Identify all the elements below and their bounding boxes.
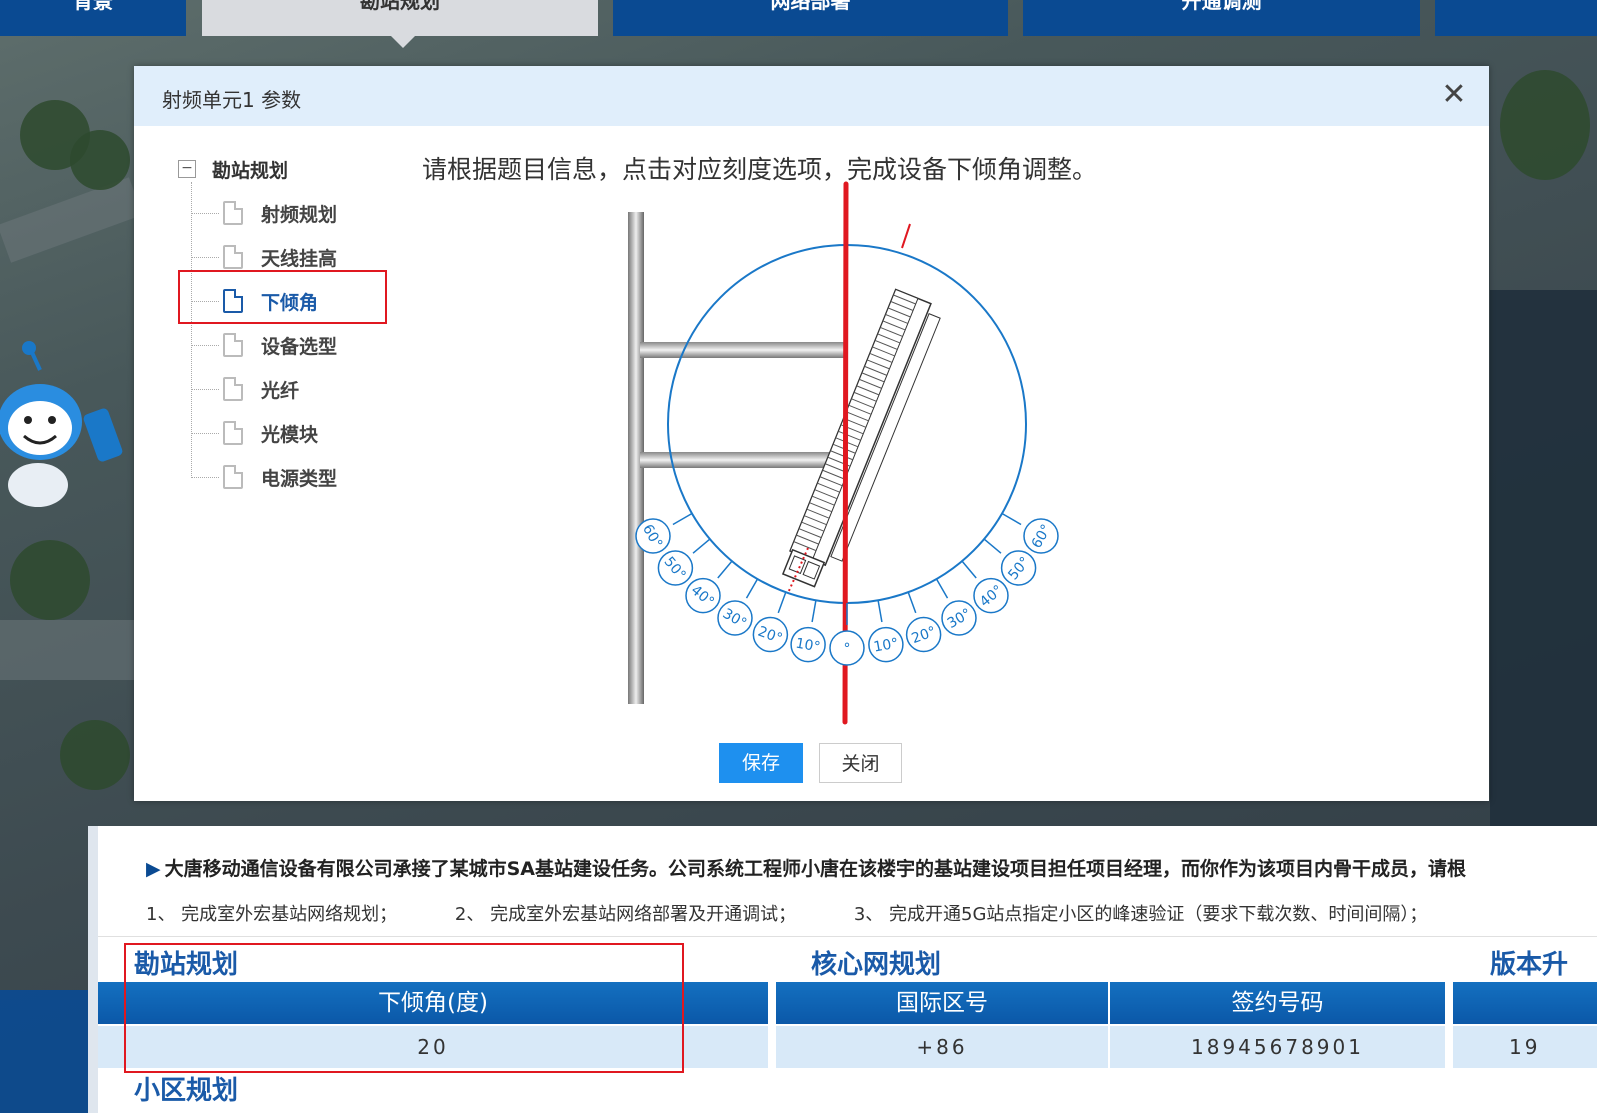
table-cell-version: 19 (1453, 1026, 1597, 1068)
scale-tick (811, 600, 817, 623)
scale-tick (961, 560, 977, 579)
scale-tick (672, 512, 693, 526)
building (0, 990, 88, 1113)
scale-option-right-3[interactable]: 40° (685, 577, 721, 614)
scale-tick (877, 600, 883, 623)
scale-option-right-4[interactable]: 50° (657, 550, 694, 586)
scale-tick (907, 591, 917, 614)
task-list: 1、 完成室外宏基站网络规划； 2、 完成室外宏基站网络部署及开通调试； 3、 … (146, 900, 1479, 926)
scale-option-left-1[interactable]: 50° (1000, 550, 1037, 586)
task-intro-text: 大唐移动通信设备有限公司承接了某城市SA基站建设任务。公司系统工程师小唐在该楼宇… (164, 858, 1467, 880)
scale-option-right-2[interactable]: 30° (717, 600, 753, 636)
table-header-version (1453, 982, 1597, 1024)
section-title-cell: 小区规划 (134, 1076, 239, 1106)
nav-tab-background[interactable]: 背景 (0, 0, 186, 36)
task-item: 1、 完成室外宏基站网络规划； (146, 904, 398, 925)
scale-tick (1001, 512, 1022, 526)
save-button[interactable]: 保存 (719, 743, 803, 783)
scale-option-left-6[interactable]: ° (829, 630, 865, 666)
table-cell-subscriber-number: 18945678901 (1110, 1026, 1445, 1068)
task-item: 2、 完成室外宏基站网络部署及开通调试； (454, 904, 797, 925)
scale-option-label: ° (844, 641, 851, 657)
close-button[interactable]: 关闭 (819, 743, 902, 783)
scale-option-left-2[interactable]: 40° (973, 577, 1009, 614)
nav-tab-label: 网络部署 (770, 0, 851, 13)
scale-option-left-5[interactable]: 10° (868, 626, 904, 663)
nav-tab-label: 勘站规划 (360, 0, 440, 13)
task-intro: ▶ 大唐移动通信设备有限公司承接了某城市SA基站建设任务。公司系统工程师小唐在该楼… (146, 854, 1466, 881)
triangle-icon: ▶ (146, 858, 161, 880)
mounting-arm (640, 452, 830, 468)
param-dialog: 射频单元1 参数 ✕ − 勘站规划 射频规划 天线挂高 下倾角 设备选型 光纤 … (134, 66, 1489, 801)
table-header-subscriber-number: 签约号码 (1110, 982, 1445, 1024)
scale-tick (983, 538, 1002, 554)
nav-tab-more[interactable] (1435, 0, 1597, 36)
antenna-unit (781, 288, 941, 588)
nav-tab-label: 背景 (73, 0, 113, 13)
mounting-arm (640, 342, 846, 358)
nav-tab-label: 开通调测 (1181, 0, 1262, 13)
tree (1500, 70, 1590, 180)
scale-option-right-0[interactable]: 10° (790, 626, 826, 663)
tree (60, 720, 130, 790)
nav-active-arrow (391, 36, 415, 48)
scale-option-left-4[interactable]: 20° (905, 616, 942, 653)
road (0, 177, 143, 263)
nav-tab-debug[interactable]: 开通调测 (1023, 0, 1420, 36)
tree (70, 130, 130, 190)
road (0, 620, 140, 680)
scale-tick (692, 538, 711, 554)
scale-tick (745, 578, 759, 599)
divider (98, 936, 1597, 937)
mascot-robot (0, 341, 123, 507)
scale-tick (777, 591, 787, 614)
scale-option-left-3[interactable]: 30° (941, 600, 977, 636)
top-nav: 背景 勘站规划 网络部署 开通调测 (0, 0, 1597, 36)
task-panel: ▶ 大唐移动通信设备有限公司承接了某城市SA基站建设任务。公司系统工程师小唐在该楼… (88, 826, 1597, 1113)
building (1490, 290, 1597, 830)
annotation-tick (901, 223, 911, 249)
scale-option-left-0[interactable]: 60° (1023, 518, 1059, 554)
downtilt-diagram: 60°50°40°30°20°10°°10°20°30°40°50°60° (628, 181, 1059, 725)
table-header-country-code: 国际区号 (776, 982, 1108, 1024)
nav-tab-network[interactable]: 网络部署 (613, 0, 1008, 36)
panel-border (88, 826, 98, 1113)
scale-option-right-5[interactable]: 60° (635, 518, 671, 554)
section-title-core: 核心网规划 (811, 950, 942, 980)
section-title-version: 版本升 (1490, 950, 1569, 980)
scale-tick (935, 578, 949, 599)
task-item: 3、 完成开通5G站点指定小区的峰速验证（要求下载次数、时间间隔）； (853, 904, 1428, 925)
table-cell-country-code: +86 (776, 1026, 1108, 1068)
annotation-box-table (124, 943, 684, 1073)
scale-tick (717, 560, 733, 579)
tree (10, 540, 90, 620)
nav-tab-survey[interactable]: 勘站规划 (202, 0, 598, 36)
scale-option-right-1[interactable]: 20° (752, 616, 789, 653)
